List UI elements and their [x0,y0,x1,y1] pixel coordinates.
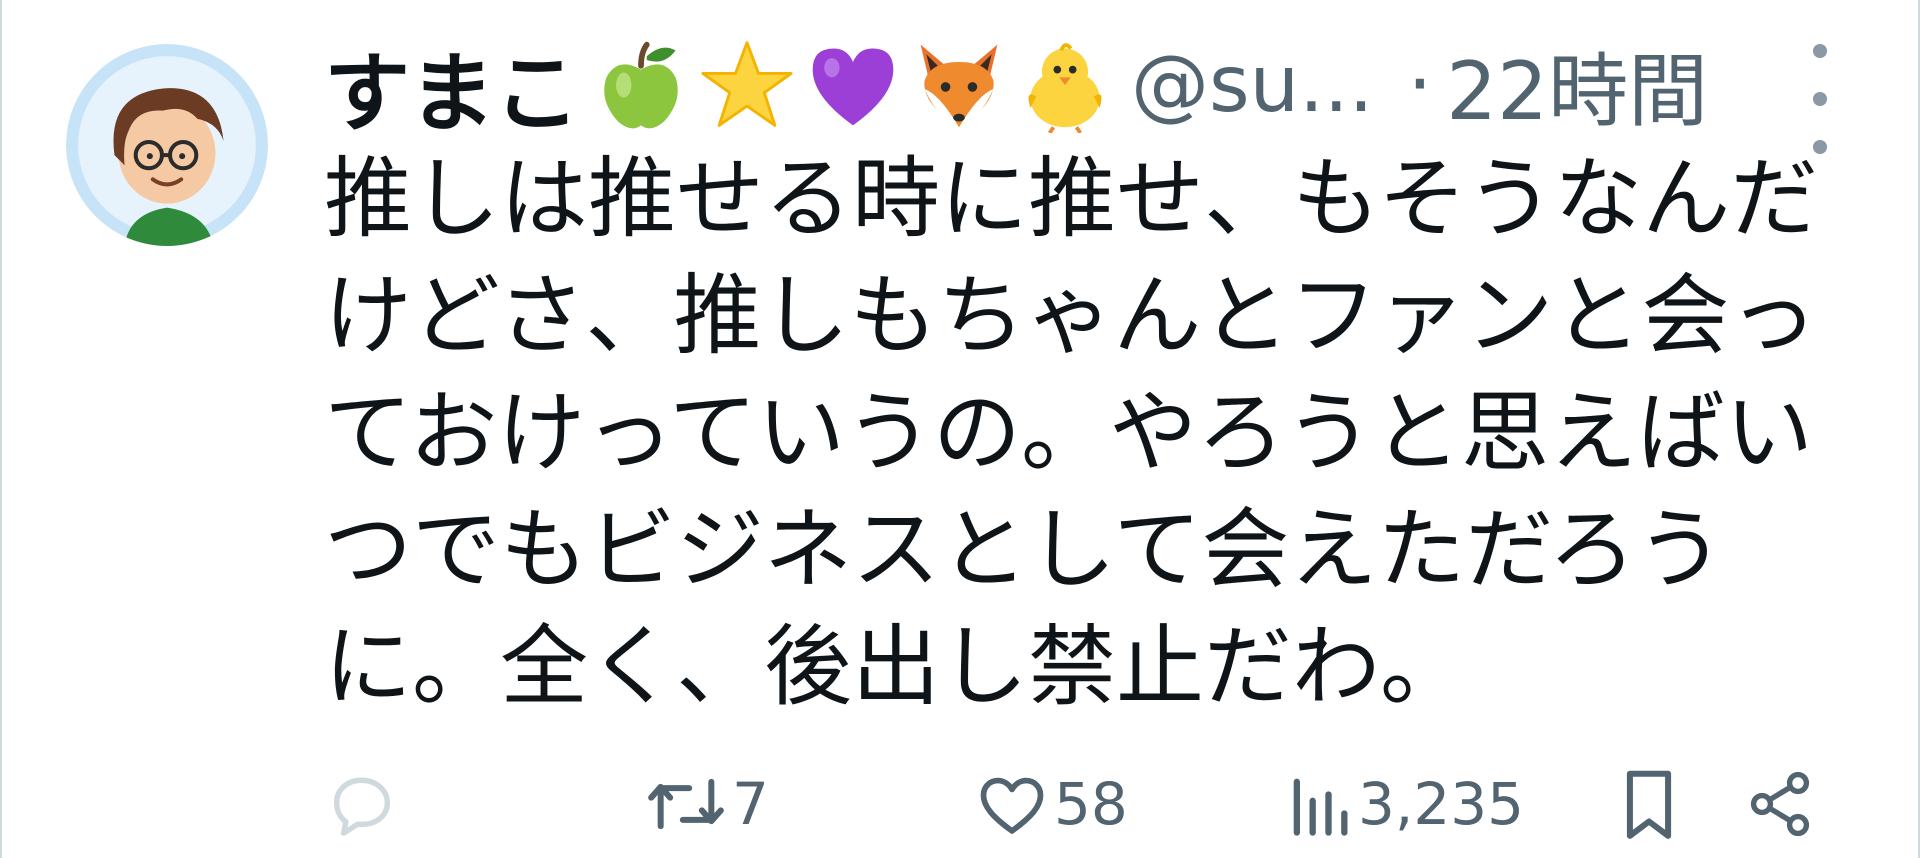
like-count: 58 [1054,770,1128,838]
views-icon [1293,778,1348,836]
action-bar: 7 58 3,235 [324,762,1824,846]
bookmark-button[interactable] [1614,762,1684,846]
tweet-text-line: けどさ、推しもちゃんとファンと会っ [324,264,1818,367]
purple-heart-icon [812,48,894,126]
like-button[interactable]: 58 [974,762,1128,846]
share-button[interactable] [1744,762,1816,846]
name-emojis [593,37,1113,133]
fox-icon [920,44,998,128]
tweet-text: 推しは推せる時に推せ、もそうなんだ けどさ、推しもちゃんとファンと会っ ておけっ… [324,140,1819,725]
tweet-text-line: つでもビジネスとして会えただろう [324,498,1725,601]
reply-icon [333,777,391,836]
heart-icon [980,777,1044,834]
tweet-text-line: ておけっていうの。やろうと思えばい [324,381,1813,484]
tweet-card[interactable]: すまこ @su... · 22時間 推しは推せる時に推せ、もそうなんだ けどさ、… [0,0,1920,858]
retweet-icon [648,778,724,830]
tweet-text-line: 推しは推せる時に推せ、もそうなんだ [324,147,1819,250]
share-icon [1750,771,1810,837]
views-button[interactable]: 3,235 [1284,762,1524,846]
retweet-button[interactable]: 7 [644,762,769,846]
more-options-icon[interactable] [1800,44,1840,154]
retweet-count: 7 [732,770,769,838]
timestamp[interactable]: 22時間 [1446,27,1708,143]
user-handle[interactable]: @su... [1131,40,1373,130]
header-separator: · [1407,40,1433,130]
display-name[interactable]: すまこ [324,23,580,148]
baby-chick-icon [1028,43,1102,133]
green-apple-icon [604,41,678,129]
avatar[interactable] [66,44,268,246]
tweet-text-line: に。全く、後出し禁止だわ。 [324,615,1469,718]
reply-button[interactable] [324,762,404,846]
bookmark-icon [1626,770,1672,839]
tweet-header: すまこ @su... · 22時間 [324,27,1844,144]
star-icon [701,41,793,127]
views-count: 3,235 [1358,770,1525,838]
